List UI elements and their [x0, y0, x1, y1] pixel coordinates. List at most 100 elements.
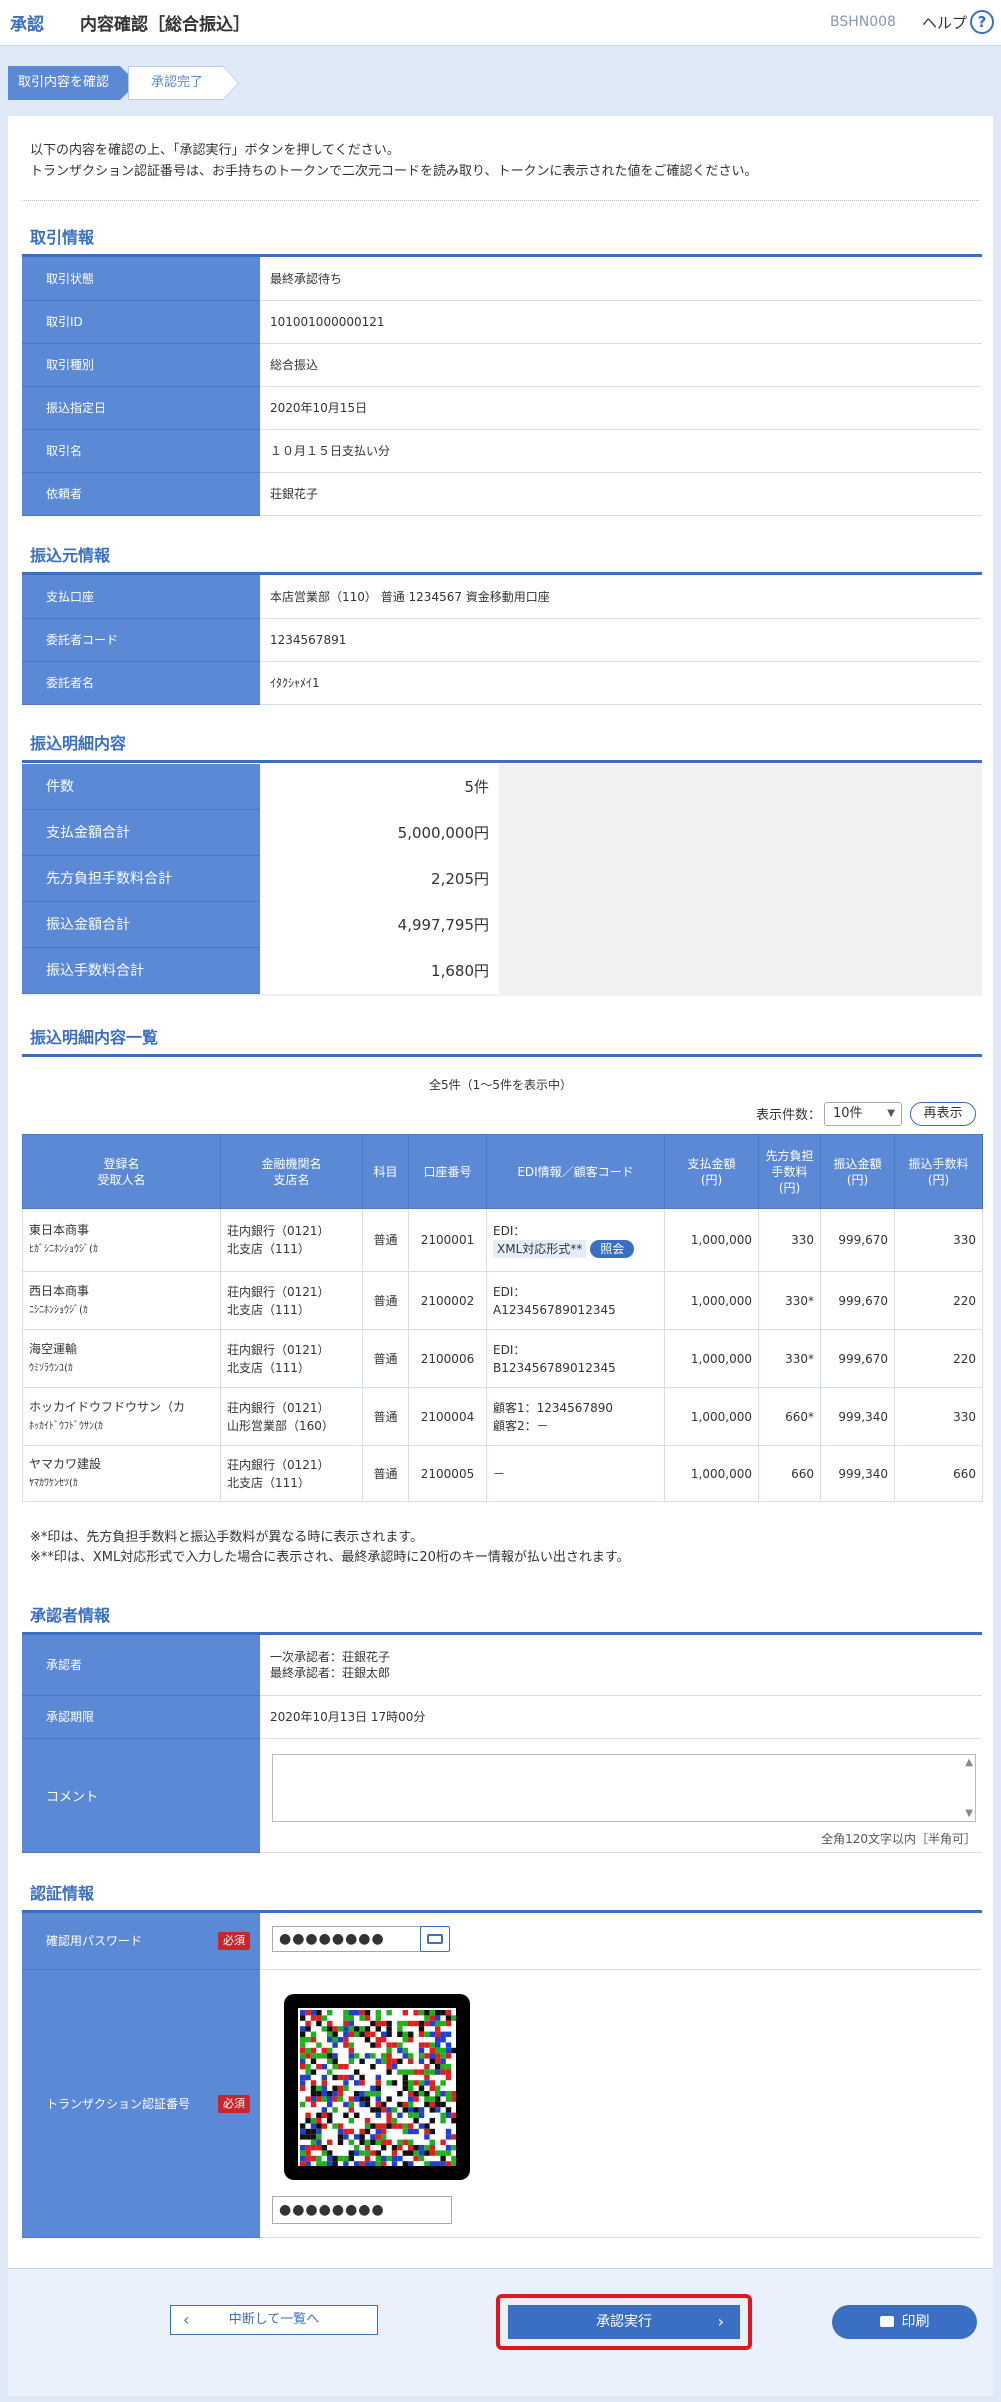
qr-module	[364, 2091, 371, 2097]
qr-module	[429, 2080, 435, 2086]
scrollbar[interactable]: ▲ ▼	[961, 1755, 975, 1821]
qr-module	[375, 2150, 381, 2156]
qr-module	[413, 2145, 419, 2151]
qr-module	[445, 2150, 452, 2156]
note-line: ※*印は、先方負担手数料と振込手数料が異なる時に表示されます。	[30, 1530, 424, 1545]
help-link[interactable]: ヘルプ	[922, 12, 967, 33]
qr-module	[445, 2096, 452, 2102]
row-label: 承認期限	[22, 1695, 260, 1739]
qr-module	[445, 2031, 452, 2037]
qr-module	[300, 2037, 306, 2043]
qr-module	[445, 2134, 452, 2140]
qr-module	[418, 2150, 425, 2156]
qr-module	[418, 2085, 425, 2091]
qr-module	[316, 2161, 322, 2166]
qr-module	[413, 2107, 419, 2113]
qr-module	[327, 2010, 333, 2016]
qr-module	[327, 2161, 333, 2166]
qr-module	[310, 2058, 317, 2064]
qr-module	[435, 2085, 441, 2091]
transaction-code-input[interactable]: ●●●●●●●●	[272, 2196, 452, 2224]
qr-module	[321, 2123, 327, 2129]
qr-module	[305, 2074, 311, 2081]
qr-module	[305, 2150, 311, 2156]
row-label: 件数	[22, 764, 260, 810]
qr-module	[408, 2053, 414, 2059]
cell-pay: 1,000,000	[664, 1271, 759, 1330]
cell-name: 東日本商事 ﾋｶﾞｼﾆﾎﾝｼｮｳｼﾞ(ｶ	[22, 1208, 221, 1272]
qr-module	[348, 2150, 354, 2156]
cell-kind: 普通	[362, 1329, 409, 1388]
qr-module	[402, 2161, 408, 2166]
row-value: 本店営業部（110） 普通 1234567 資金移動用口座	[260, 575, 982, 619]
qr-module	[386, 2118, 392, 2124]
step-indicator: 取引内容を確認 承認完了	[8, 66, 308, 100]
qr-module	[391, 2107, 398, 2113]
qr-module	[300, 2010, 306, 2016]
qr-module	[429, 2101, 435, 2108]
qr-module	[300, 2085, 306, 2091]
qr-module	[321, 2107, 327, 2113]
col-header-amt: 振込金額 (円)	[820, 1134, 895, 1209]
qr-module	[348, 2010, 354, 2016]
qr-module	[337, 2134, 344, 2140]
qr-module	[359, 2080, 365, 2086]
qr-module	[364, 2128, 371, 2135]
qr-module	[375, 2123, 381, 2129]
qr-module	[310, 2031, 317, 2037]
qr-module	[305, 2010, 311, 2016]
qr-module	[348, 2128, 354, 2135]
col-header-fee: 先方負担 手数料 (円)	[758, 1134, 821, 1209]
table-row: トランザクション認証番号 必須	[22, 1969, 982, 2238]
qr-module	[332, 2107, 338, 2113]
cell-edi: 顧客1：1234567890 顧客2：－	[486, 1387, 665, 1446]
cell-tfee: 330	[894, 1387, 983, 1446]
qr-module	[321, 2080, 327, 2086]
qr-module	[327, 2047, 333, 2054]
row-label: 確認用パスワード 必須	[22, 1913, 260, 1970]
qr-module	[408, 2031, 414, 2037]
qr-module	[359, 2010, 365, 2016]
qr-module	[305, 2069, 311, 2075]
qr-module	[332, 2123, 338, 2129]
step-complete: 承認完了	[128, 66, 239, 100]
back-to-list-button[interactable]: ‹ 中断して一覧へ	[170, 2305, 378, 2335]
qr-module	[381, 2107, 387, 2113]
row-label: 振込金額合計	[22, 902, 260, 948]
comment-textarea[interactable]: ▲ ▼	[272, 1754, 976, 1822]
cell-acct: 2100001	[408, 1208, 487, 1272]
help-icon[interactable]: ?	[970, 10, 994, 34]
qr-module	[445, 2064, 452, 2070]
qr-module	[397, 2123, 403, 2129]
qr-module	[316, 2123, 322, 2129]
qr-module	[310, 2085, 317, 2091]
qr-module	[402, 2037, 408, 2043]
qr-module	[440, 2069, 446, 2075]
qr-module	[445, 2010, 452, 2016]
qr-module	[435, 2037, 441, 2043]
qr-module	[429, 2145, 435, 2151]
qr-module	[429, 2031, 435, 2037]
qr-module	[408, 2107, 414, 2113]
reference-button[interactable]: 照会	[590, 1240, 635, 1258]
qr-module	[391, 2150, 398, 2156]
redisplay-button[interactable]: 再表示	[910, 1102, 976, 1126]
qr-module	[316, 2042, 322, 2048]
qr-module	[305, 2112, 311, 2118]
qr-module	[424, 2134, 430, 2140]
row-label: 取引名	[22, 429, 260, 473]
software-keyboard-button[interactable]	[420, 1926, 450, 1952]
print-button[interactable]: 印刷	[832, 2305, 977, 2339]
qr-module	[300, 2042, 306, 2048]
display-count-select[interactable]: 10件 ▼	[824, 1102, 902, 1126]
qr-module	[321, 2085, 327, 2091]
qr-module	[343, 2161, 349, 2166]
qr-module	[375, 2085, 381, 2091]
qr-module	[386, 2064, 392, 2070]
qr-module	[332, 2161, 338, 2166]
qr-module	[397, 2155, 403, 2162]
qr-module	[359, 2091, 365, 2097]
approve-button[interactable]: 承認実行 ›	[508, 2305, 740, 2339]
password-input[interactable]: ●●●●●●●●	[272, 1926, 422, 1952]
qr-module	[327, 2058, 333, 2064]
